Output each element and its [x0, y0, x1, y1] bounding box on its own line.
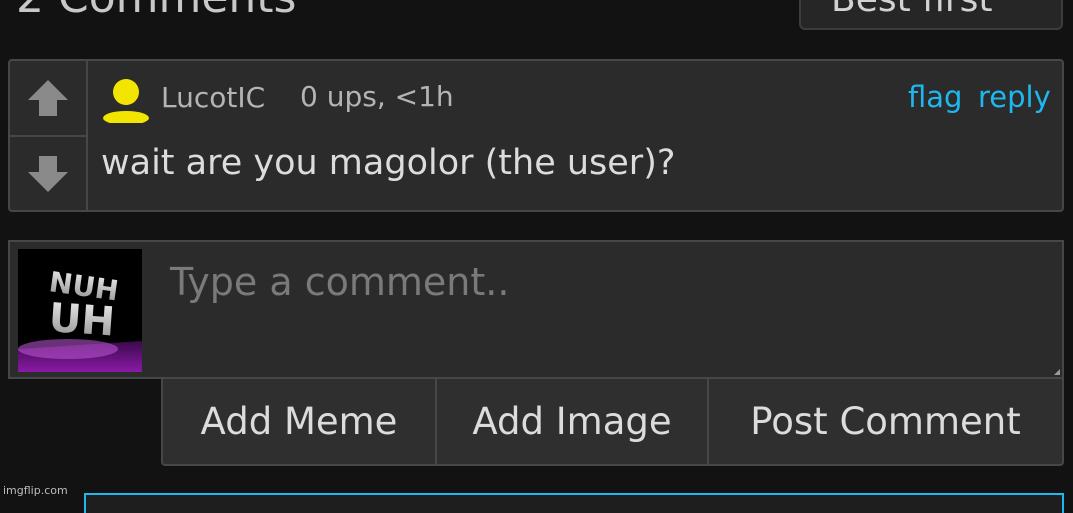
comment-meta: 0 ups, <1h [300, 80, 454, 113]
comment-actions: Add Meme Add Image Post Comment [161, 377, 1064, 466]
comment-username[interactable]: LucotIC [161, 81, 265, 114]
user-avatar-icon[interactable] [100, 77, 152, 123]
avatar-text-line-2: UH [47, 295, 116, 345]
flag-link[interactable]: flag [908, 80, 962, 114]
arrow-up-icon [28, 80, 68, 116]
add-meme-button[interactable]: Add Meme [163, 379, 435, 464]
comment-text: wait are you magolor (the user)? [101, 143, 676, 183]
comment-input[interactable] [160, 250, 1050, 368]
imgflip-watermark: imgflip.com [3, 484, 68, 497]
resize-handle-icon[interactable] [1054, 369, 1060, 375]
vote-column [10, 61, 88, 210]
downvote-button[interactable] [10, 137, 86, 210]
my-avatar: NUH UH [18, 249, 142, 372]
sort-dropdown[interactable]: Best first [799, 0, 1063, 30]
comment-composer: NUH UH [8, 240, 1064, 379]
next-input-field[interactable] [84, 493, 1064, 513]
comments-count: 2 Comments [16, 0, 296, 23]
post-comment-button[interactable]: Post Comment [707, 379, 1062, 464]
add-image-button[interactable]: Add Image [435, 379, 707, 464]
reply-link[interactable]: reply [978, 80, 1051, 114]
arrow-down-icon [28, 155, 68, 192]
upvote-button[interactable] [10, 61, 86, 137]
comment-card: LucotIC 0 ups, <1h flag reply wait are y… [8, 59, 1064, 212]
nuh-uh-avatar-image: NUH UH [18, 249, 142, 372]
